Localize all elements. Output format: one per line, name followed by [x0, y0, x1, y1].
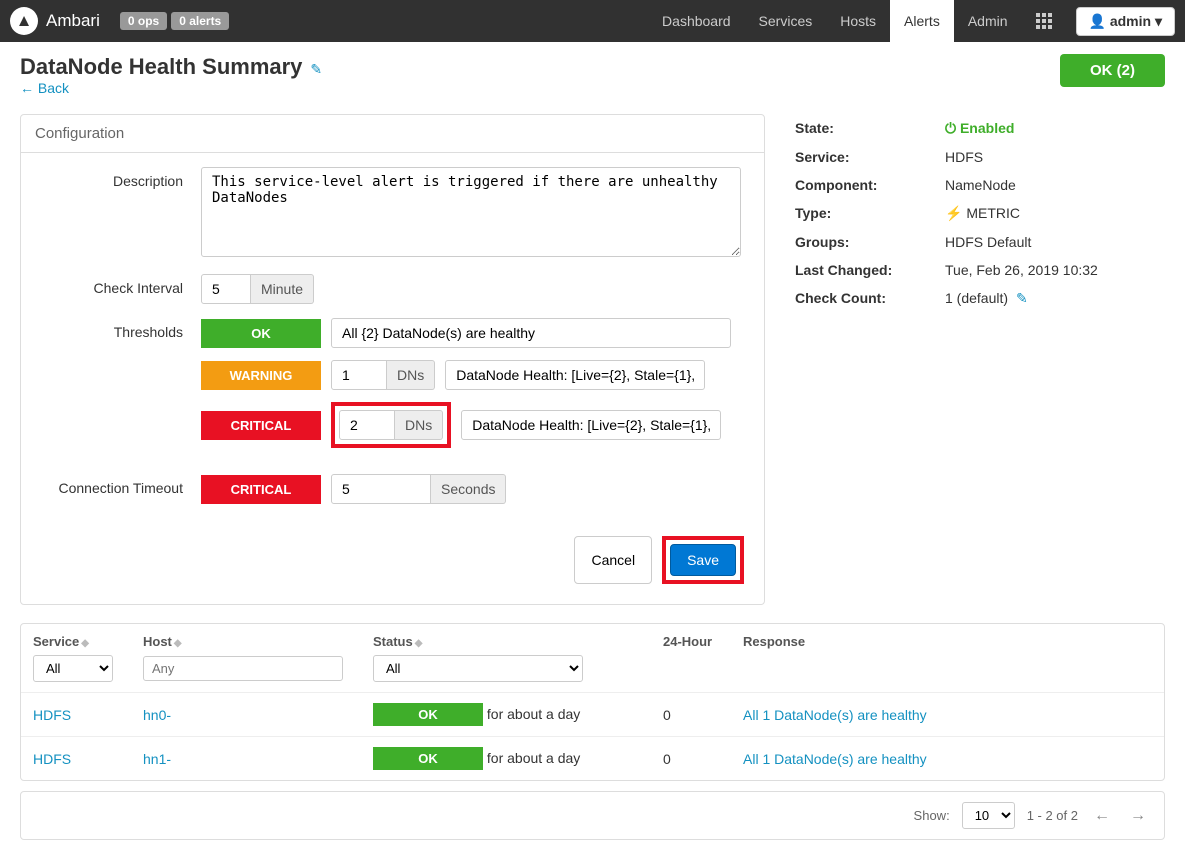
side-groups-label: Groups: [795, 234, 945, 250]
th-response: Response [743, 634, 805, 649]
side-component-val: NameNode [945, 177, 1165, 193]
threshold-warning-msg[interactable] [445, 360, 705, 390]
page-title: DataNode Health Summary [20, 54, 302, 79]
side-state-label: State: [795, 120, 945, 137]
side-count-label: Check Count: [795, 290, 945, 307]
threshold-warning-value[interactable] [331, 360, 387, 390]
row-service-link[interactable]: HDFS [33, 707, 71, 723]
th-service[interactable]: Service [33, 634, 79, 649]
threshold-critical-badge: CRITICAL [201, 411, 321, 440]
alert-details-sidebar: State:⏻ Enabled Service:HDFS Component:N… [795, 114, 1165, 605]
save-button[interactable]: Save [670, 544, 736, 576]
brand[interactable]: ▲ Ambari [10, 7, 100, 35]
row-host-link[interactable]: hn0- [143, 707, 171, 723]
ambari-logo-icon: ▲ [10, 7, 38, 35]
nav-hosts[interactable]: Hosts [826, 0, 890, 42]
row-host-link[interactable]: hn1- [143, 751, 171, 767]
edit-title-icon[interactable]: ✎ [310, 61, 322, 77]
threshold-ok-badge: OK [201, 319, 321, 348]
side-type-label: Type: [795, 205, 945, 222]
side-service-label: Service: [795, 149, 945, 165]
row-status-badge: OK [373, 747, 483, 770]
threshold-critical-value[interactable] [339, 410, 395, 440]
back-link[interactable]: ← Back [20, 80, 322, 96]
row-24hour: 0 [651, 693, 731, 737]
filter-host[interactable] [143, 656, 343, 681]
threshold-critical-unit: DNs [395, 410, 443, 440]
pager-prev-icon[interactable]: ← [1090, 807, 1114, 825]
bolt-icon: ⚡ [945, 205, 962, 221]
side-changed-val: Tue, Feb 26, 2019 10:32 [945, 262, 1165, 278]
interval-unit: Minute [251, 274, 314, 304]
pager-range: 1 - 2 of 2 [1027, 808, 1078, 823]
threshold-warning-badge: WARNING [201, 361, 321, 390]
th-hour: 24-Hour [663, 634, 712, 649]
instances-table: Service◆ Host◆ Status◆ 24-Hour Response … [20, 623, 1165, 781]
timeout-value[interactable] [331, 474, 431, 504]
row-response-link[interactable]: All 1 DataNode(s) are healthy [743, 751, 927, 767]
power-icon: ⏻ [945, 120, 960, 136]
highlighted-critical-input: DNs [331, 402, 451, 448]
table-row: HDFS hn0- OK for about a day 0 All 1 DataNod… [21, 693, 1164, 737]
side-count-val: 1 (default) ✎ [945, 290, 1165, 307]
alerts-badge[interactable]: 0 alerts [171, 12, 229, 30]
label-conn-timeout: Connection Timeout [41, 474, 201, 496]
description-textarea[interactable]: This service-level alert is triggered if… [201, 167, 741, 257]
config-heading: Configuration [21, 115, 764, 153]
nav-alerts[interactable]: Alerts [890, 0, 954, 42]
row-response-link[interactable]: All 1 DataNode(s) are healthy [743, 707, 927, 723]
threshold-critical-msg[interactable] [461, 410, 721, 440]
configuration-panel: Configuration Description This service-l… [20, 114, 765, 605]
filter-service[interactable]: All [33, 655, 113, 682]
row-since: for about a day [487, 750, 580, 766]
cancel-button[interactable]: Cancel [574, 536, 652, 584]
sort-icon[interactable]: ◆ [81, 638, 89, 649]
timeout-unit: Seconds [431, 474, 506, 504]
pager-size-select[interactable]: 10 [962, 802, 1015, 829]
side-state-val[interactable]: ⏻ Enabled [945, 120, 1165, 137]
row-24hour: 0 [651, 737, 731, 781]
highlighted-save: Save [662, 536, 744, 584]
timeout-critical-badge: CRITICAL [201, 475, 321, 504]
side-type-val: ⚡ METRIC [945, 205, 1165, 222]
th-status[interactable]: Status [373, 634, 413, 649]
filter-status[interactable]: All [373, 655, 583, 682]
pager-next-icon[interactable]: → [1126, 807, 1150, 825]
table-row: HDFS hn1- OK for about a day 0 All 1 DataNod… [21, 737, 1164, 781]
apps-grid-icon[interactable] [1022, 0, 1066, 42]
label-thresholds: Thresholds [41, 318, 201, 340]
threshold-ok-msg[interactable] [331, 318, 731, 348]
check-interval-input[interactable] [201, 274, 251, 304]
sort-icon[interactable]: ◆ [415, 638, 423, 649]
status-summary-badge[interactable]: OK (2) [1060, 54, 1165, 87]
edit-count-icon[interactable]: ✎ [1016, 290, 1028, 306]
th-host[interactable]: Host [143, 634, 172, 649]
threshold-warning-unit: DNs [387, 360, 435, 390]
side-groups-val: HDFS Default [945, 234, 1165, 250]
side-service-val: HDFS [945, 149, 1165, 165]
user-icon: 👤 [1089, 13, 1106, 29]
side-changed-label: Last Changed: [795, 262, 945, 278]
label-description: Description [41, 167, 201, 189]
top-navbar: ▲ Ambari 0 ops 0 alerts Dashboard Servic… [0, 0, 1185, 42]
nav-dashboard[interactable]: Dashboard [648, 0, 745, 42]
side-component-label: Component: [795, 177, 945, 193]
label-check-interval: Check Interval [41, 274, 201, 296]
sort-icon[interactable]: ◆ [174, 638, 182, 649]
caret-down-icon: ▾ [1155, 13, 1162, 29]
nav-services[interactable]: Services [745, 0, 827, 42]
arrow-left-icon: ← [20, 80, 34, 96]
row-since: for about a day [487, 706, 580, 722]
pager-show-label: Show: [914, 808, 950, 823]
row-service-link[interactable]: HDFS [33, 751, 71, 767]
pagination: Show: 10 1 - 2 of 2 ← → [20, 791, 1165, 840]
ops-badge[interactable]: 0 ops [120, 12, 167, 30]
brand-text: Ambari [46, 11, 100, 31]
nav-admin[interactable]: Admin [954, 0, 1022, 42]
admin-menu-button[interactable]: 👤 admin ▾ [1076, 7, 1175, 36]
row-status-badge: OK [373, 703, 483, 726]
